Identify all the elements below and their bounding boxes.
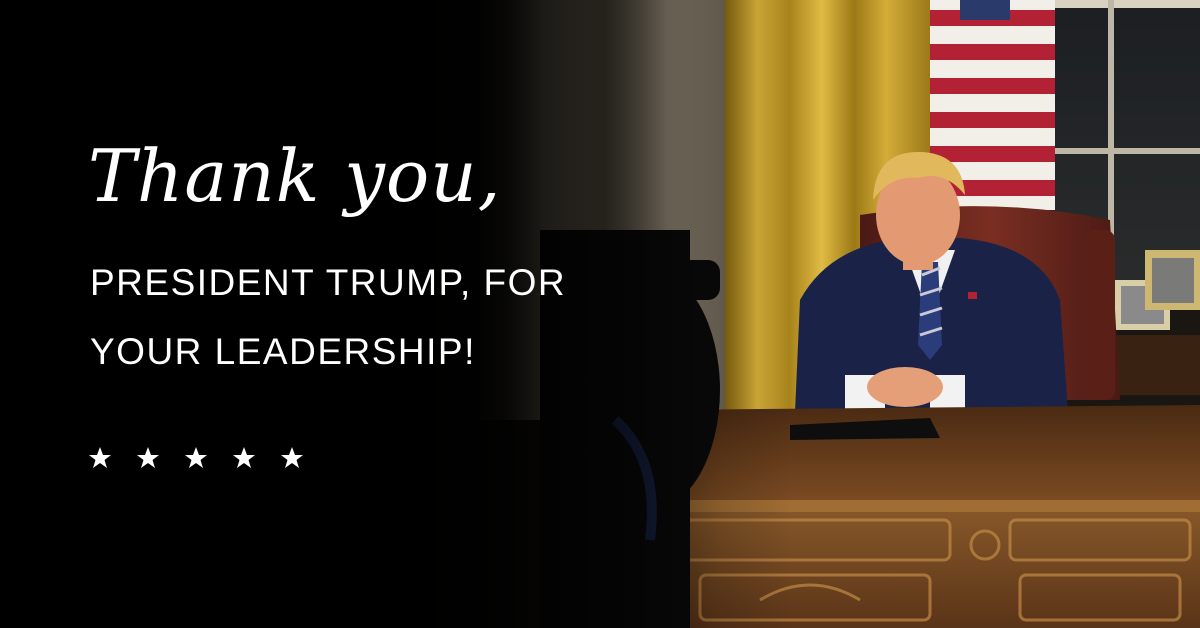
subline-line-1: PRESIDENT TRUMP, FOR <box>90 262 567 303</box>
left-dark-gradient <box>0 0 1200 628</box>
star-row <box>88 445 328 471</box>
star-icon <box>233 447 255 468</box>
headline: Thank you, <box>88 134 502 218</box>
star-icon <box>185 447 207 468</box>
star-icon <box>89 447 111 468</box>
star-icon <box>281 447 303 468</box>
subline-line-2: YOUR LEADERSHIP! <box>90 331 476 372</box>
star-icon <box>137 447 159 468</box>
banner: Thank you, PRESIDENT TRUMP, FOR YOUR LEA… <box>0 0 1200 628</box>
